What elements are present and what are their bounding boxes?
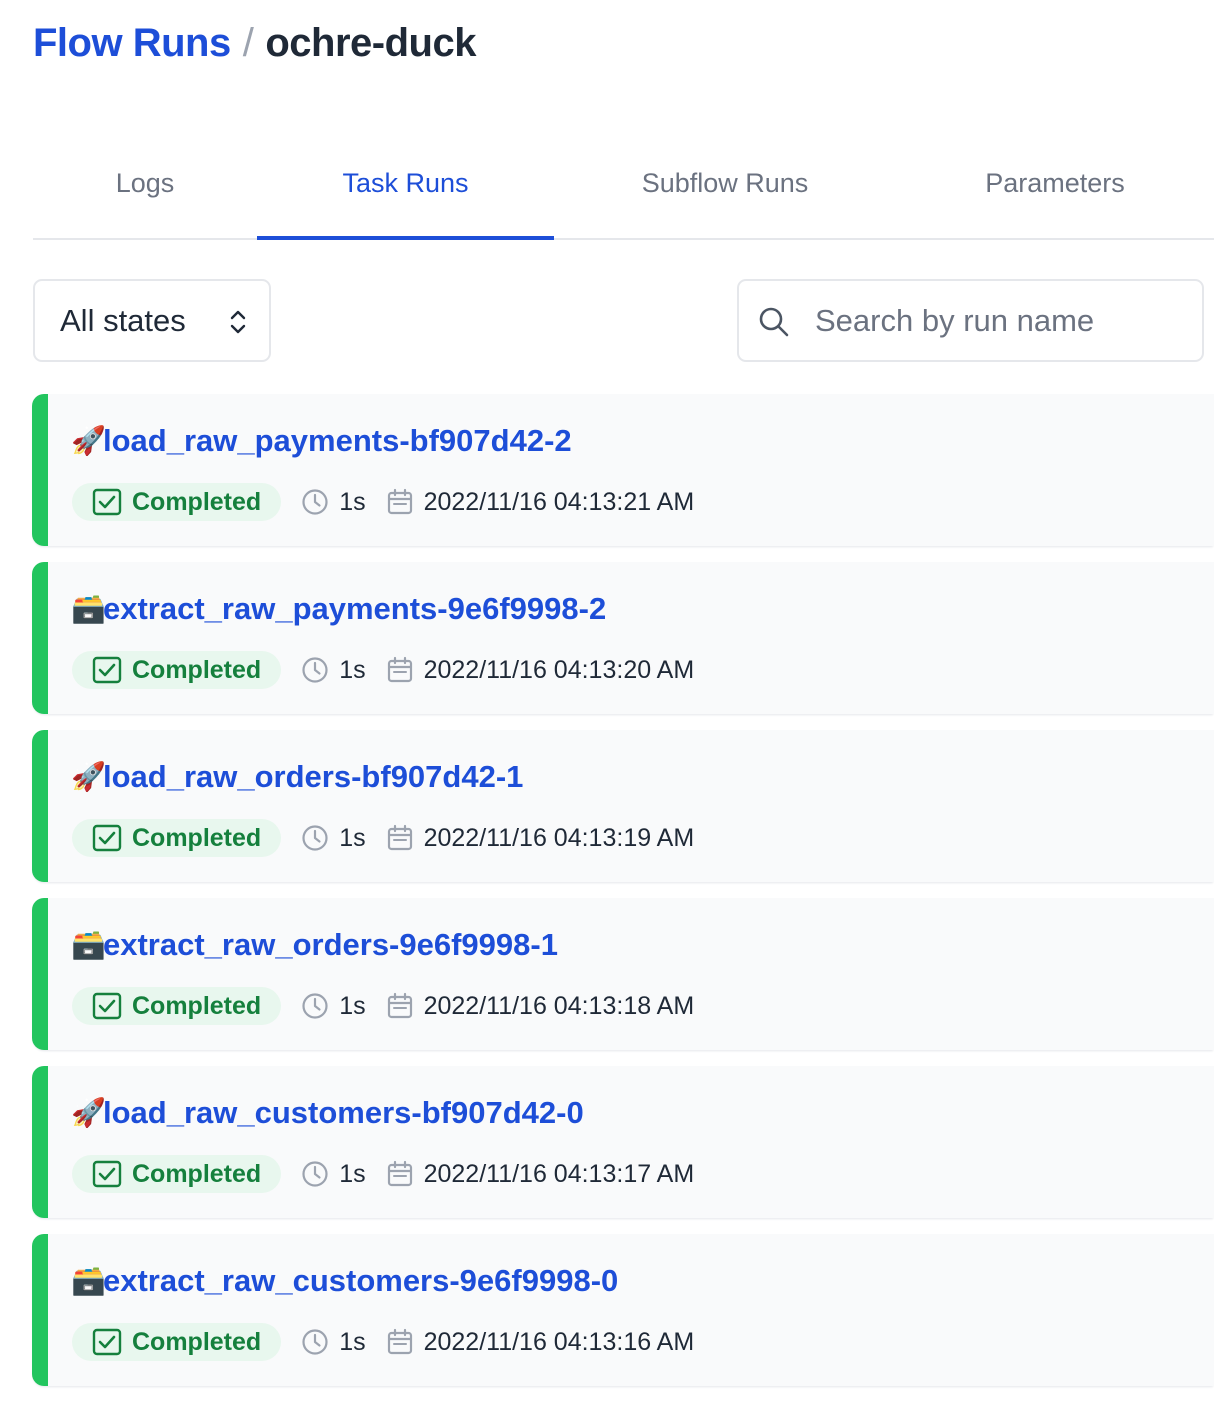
clock-icon (302, 1329, 328, 1355)
task-run-duration: 1s (339, 1327, 366, 1356)
calendar-icon (387, 488, 412, 515)
task-run-row[interactable]: 🚀 load_raw_orders-bf907d42-1 Completed 1s 20… (32, 730, 1214, 882)
clock-icon (302, 825, 328, 851)
task-run-meta: Completed 1s 2022/11/16 04:13:19 AM (72, 818, 694, 858)
task-run-emoji-icon: 🚀 (71, 425, 106, 456)
breadcrumb: Flow Runs / ochre-duck (33, 18, 476, 68)
check-square-icon (92, 1160, 122, 1188)
task-run-title: 🗃️ extract_raw_payments-9e6f9998-2 (71, 588, 606, 630)
chevron-up-down-icon (230, 310, 246, 334)
task-run-duration: 1s (339, 487, 366, 516)
task-run-row[interactable]: 🚀 load_raw_customers-bf907d42-0 Completed 1… (32, 1066, 1214, 1218)
status-label: Completed (132, 1159, 262, 1188)
task-run-meta: Completed 1s 2022/11/16 04:13:21 AM (72, 482, 694, 522)
status-badge: Completed (72, 987, 282, 1025)
check-square-icon (92, 992, 122, 1020)
status-label: Completed (132, 487, 262, 516)
task-run-duration: 1s (339, 823, 366, 852)
status-label: Completed (132, 823, 262, 852)
task-run-name-link[interactable]: extract_raw_payments-9e6f9998-2 (103, 591, 606, 627)
task-run-emoji-icon: 🚀 (71, 761, 106, 792)
clock-icon (302, 1161, 328, 1187)
status-badge: Completed (72, 819, 282, 857)
task-run-title: 🗃️ extract_raw_customers-9e6f9998-0 (71, 1260, 618, 1302)
task-run-start-time: 2022/11/16 04:13:16 AM (423, 1327, 695, 1356)
tab-task-runs[interactable]: Task Runs (257, 128, 554, 240)
task-run-meta: Completed 1s 2022/11/16 04:13:17 AM (72, 1154, 694, 1194)
task-run-row[interactable]: 🗃️ extract_raw_payments-9e6f9998-2 Complet… (32, 562, 1214, 714)
search-box (737, 279, 1204, 362)
state-filter-select[interactable]: All states (33, 279, 271, 362)
clock-icon (302, 993, 328, 1019)
task-run-start-time: 2022/11/16 04:13:20 AM (423, 655, 695, 684)
task-run-start-time: 2022/11/16 04:13:18 AM (423, 991, 695, 1020)
state-filter-value: All states (60, 302, 186, 338)
task-run-start-time: 2022/11/16 04:13:19 AM (423, 823, 695, 852)
status-label: Completed (132, 655, 262, 684)
task-run-duration: 1s (339, 1159, 366, 1188)
status-badge: Completed (72, 483, 282, 521)
task-run-start-time: 2022/11/16 04:13:21 AM (423, 487, 695, 516)
task-run-title: 🚀 load_raw_payments-bf907d42-2 (71, 420, 572, 462)
task-run-emoji-icon: 🗃️ (71, 929, 106, 960)
tab-subflow-runs[interactable]: Subflow Runs (554, 128, 896, 238)
calendar-icon (387, 1160, 412, 1187)
task-run-title: 🗃️ extract_raw_orders-9e6f9998-1 (71, 924, 558, 966)
check-square-icon (92, 824, 122, 852)
check-square-icon (92, 656, 122, 684)
tab-parameters[interactable]: Parameters (896, 128, 1214, 238)
task-run-meta: Completed 1s 2022/11/16 04:13:16 AM (72, 1322, 694, 1362)
calendar-icon (387, 824, 412, 851)
task-run-duration: 1s (339, 991, 366, 1020)
task-run-meta: Completed 1s 2022/11/16 04:13:20 AM (72, 650, 694, 690)
search-icon (759, 307, 789, 337)
task-run-title: 🚀 load_raw_orders-bf907d42-1 (71, 756, 523, 798)
clock-icon (302, 489, 328, 515)
search-input[interactable] (813, 295, 1183, 347)
calendar-icon (387, 1328, 412, 1355)
task-run-emoji-icon: 🗃️ (71, 593, 106, 624)
task-run-emoji-icon: 🚀 (71, 1097, 106, 1128)
task-run-start-time: 2022/11/16 04:13:17 AM (423, 1159, 695, 1188)
task-run-row[interactable]: 🚀 load_raw_payments-bf907d42-2 Completed 1s… (32, 394, 1214, 546)
page-title: ochre-duck (265, 20, 476, 65)
task-run-name-link[interactable]: load_raw_orders-bf907d42-1 (103, 759, 523, 795)
task-run-title: 🚀 load_raw_customers-bf907d42-0 (71, 1092, 584, 1134)
task-run-name-link[interactable]: extract_raw_customers-9e6f9998-0 (103, 1263, 618, 1299)
clock-icon (302, 657, 328, 683)
calendar-icon (387, 992, 412, 1019)
check-square-icon (92, 1328, 122, 1356)
task-run-name-link[interactable]: load_raw_customers-bf907d42-0 (103, 1095, 584, 1131)
task-run-meta: Completed 1s 2022/11/16 04:13:18 AM (72, 986, 694, 1026)
tab-bar: Logs Task Runs Subflow Runs Parameters (33, 128, 1214, 240)
task-run-row[interactable]: 🗃️ extract_raw_customers-9e6f9998-0 Comple… (32, 1234, 1214, 1386)
breadcrumb-separator: / (242, 20, 254, 65)
task-run-name-link[interactable]: extract_raw_orders-9e6f9998-1 (103, 927, 558, 963)
status-badge: Completed (72, 1323, 282, 1361)
task-run-name-link[interactable]: load_raw_payments-bf907d42-2 (103, 423, 572, 459)
task-run-duration: 1s (339, 655, 366, 684)
task-run-emoji-icon: 🗃️ (71, 1265, 106, 1296)
status-badge: Completed (72, 651, 282, 689)
tab-logs[interactable]: Logs (33, 128, 257, 238)
status-badge: Completed (72, 1155, 282, 1193)
calendar-icon (387, 656, 412, 683)
check-square-icon (92, 488, 122, 516)
breadcrumb-flow-runs-link[interactable]: Flow Runs (33, 21, 231, 66)
status-label: Completed (132, 1327, 262, 1356)
task-run-row[interactable]: 🗃️ extract_raw_orders-9e6f9998-1 Completed… (32, 898, 1214, 1050)
status-label: Completed (132, 991, 262, 1020)
